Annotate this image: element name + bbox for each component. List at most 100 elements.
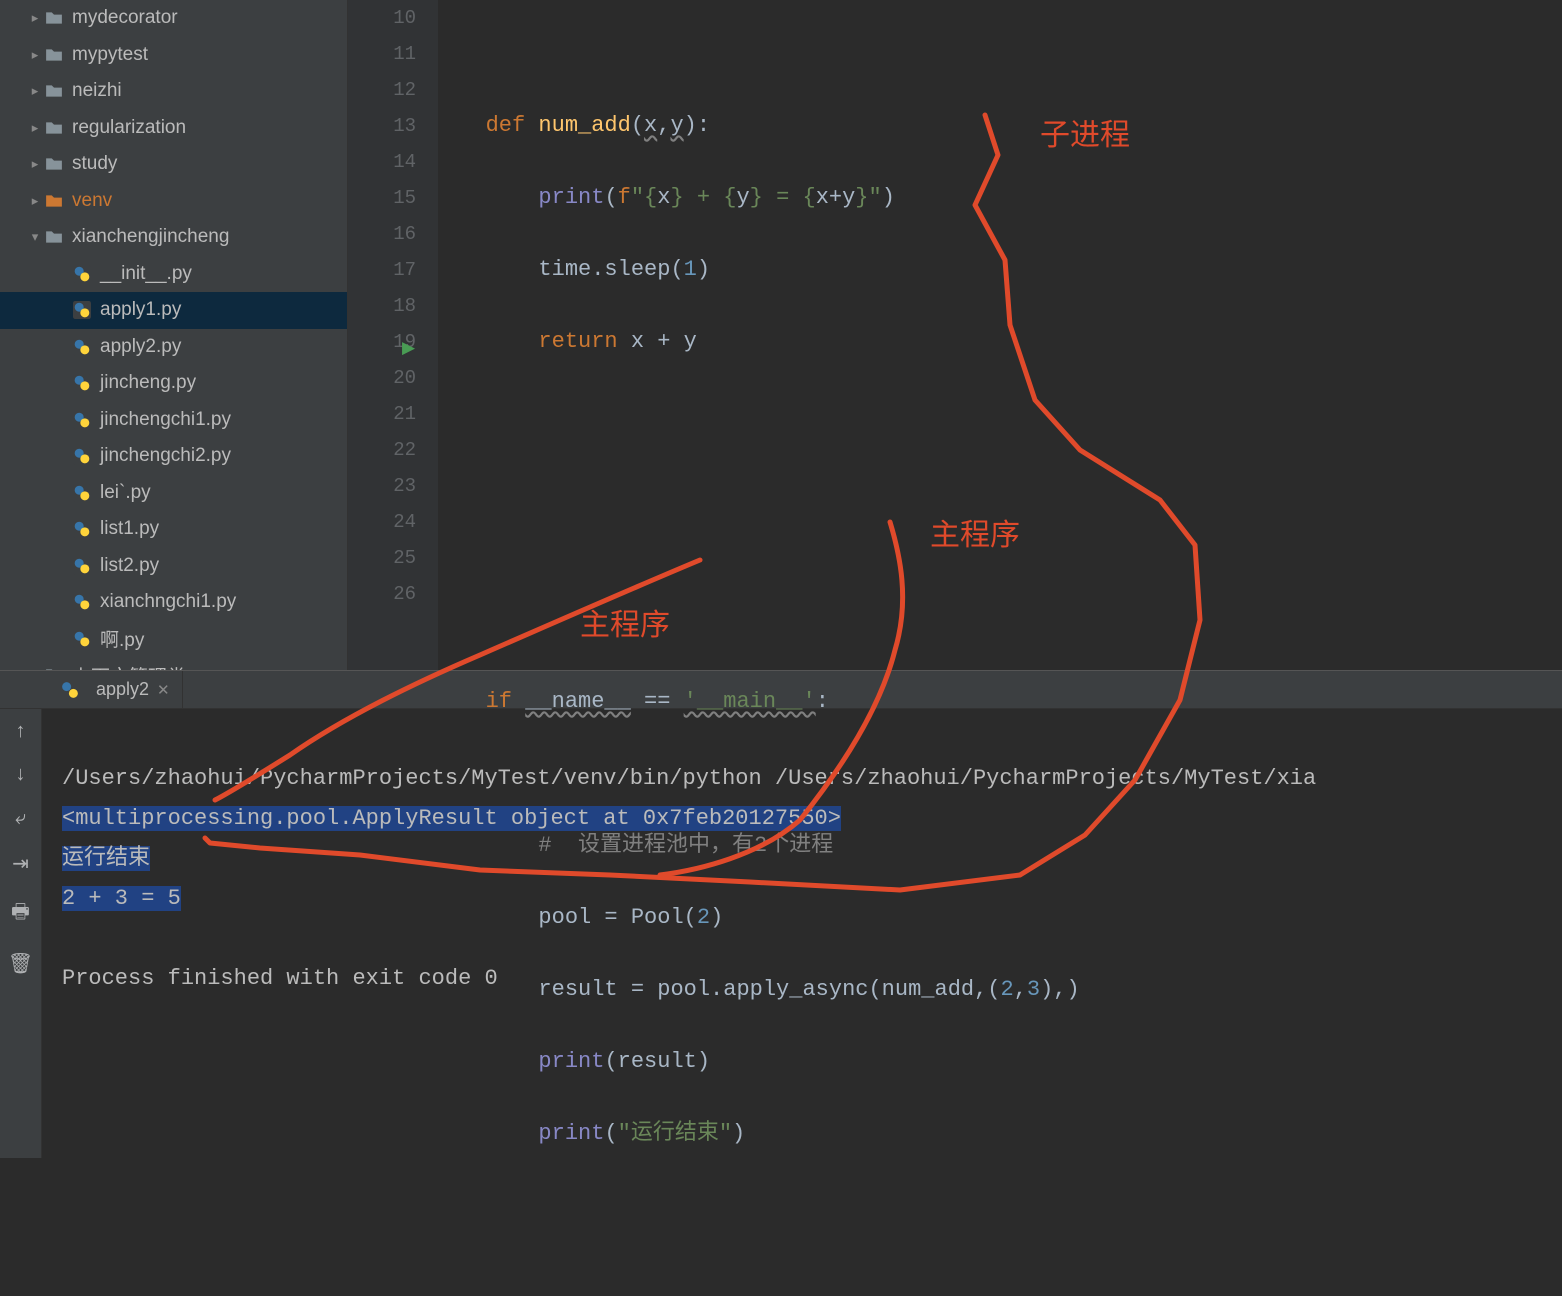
python-file-icon [72,592,92,612]
line-number: 10 [348,0,416,36]
tree-file-jinchengpy[interactable]: jincheng.py [0,365,347,402]
tree-file-xianchngchi1py[interactable]: xianchngchi1.py [0,584,347,621]
chevron-icon[interactable]: ▸ [28,83,42,99]
line-number: 11 [348,36,416,72]
tree-item-label: __init__.py [100,263,192,285]
run-tab-label: apply2 [96,679,149,700]
annotation-main-1: 主程序 [930,510,1020,554]
folder-icon [44,8,64,28]
python-file-icon [72,373,92,393]
tree-folder-regularization[interactable]: ▸ regularization [0,110,347,147]
folder-icon [44,81,64,101]
line-number: 14 [348,144,416,180]
line-number: 18 [348,288,416,324]
tree-item-label: 上下文管理类 [72,662,186,670]
console-exit: Process finished with exit code 0 [62,966,498,991]
tree-file-jinchengchi2py[interactable]: jinchengchi2.py [0,438,347,475]
python-file-icon [72,264,92,284]
tree-file-jinchengchi1py[interactable]: jinchengchi1.py [0,402,347,439]
chevron-icon[interactable]: ▸ [28,10,42,26]
chevron-icon[interactable]: ▾ [28,229,42,245]
tree-file-initpy[interactable]: __init__.py [0,256,347,293]
python-icon [60,680,80,700]
project-tree[interactable]: ▸ mydecorator ▸ mypytest ▸ neizhi ▸ regularizat… [0,0,348,670]
tree-item-label: list2.py [100,555,159,577]
code-editor[interactable]: 1011121314151617181920212223242526▶ def … [348,0,1562,670]
close-icon[interactable]: ✕ [157,681,170,699]
wrap-icon[interactable]: ⤶ [15,807,26,831]
tree-file-apply1py[interactable]: apply1.py [0,292,347,329]
python-file-icon [72,556,92,576]
ide-root: ▸ mydecorator ▸ mypytest ▸ neizhi ▸ regularizat… [0,0,1562,1158]
line-number: 13 [348,108,416,144]
tree-folder-venv[interactable]: ▸ venv [0,183,347,220]
tree-folder-xianchengjincheng[interactable]: ▾ xianchengjincheng [0,219,347,256]
line-number: 16 [348,216,416,252]
tree-item-label: jincheng.py [100,372,196,394]
tree-folder-mypytest[interactable]: ▸ mypytest [0,37,347,74]
tree-item-label: jinchengchi1.py [100,409,231,431]
line-number: 26 [348,576,416,612]
line-number: 17 [348,252,416,288]
tree-file-list2py[interactable]: list2.py [0,548,347,585]
python-file-icon [72,337,92,357]
line-number: 23 [348,468,416,504]
tree-folder-neizhi[interactable]: ▸ neizhi [0,73,347,110]
tree-item-label: study [72,153,117,175]
params: (x,y): [631,113,710,138]
trash-icon[interactable]: 🗑 [8,951,33,977]
console-line: 运行结束 [62,846,150,871]
tree-file-py[interactable]: 啊.py [0,621,347,658]
tree-file-leipy[interactable]: lei`.py [0,475,347,512]
tree-folder-mydecorator[interactable]: ▸ mydecorator [0,0,347,37]
tree-folder-[interactable]: ▾上下文管理类 [0,657,347,670]
tree-item-label: 啊.py [100,625,144,652]
upper-pane: ▸ mydecorator ▸ mypytest ▸ neizhi ▸ regularizat… [0,0,1562,670]
tree-item-label: lei`.py [100,482,151,504]
tree-item-label: xianchngchi1.py [100,591,236,613]
tree-item-label: xianchengjincheng [72,226,229,248]
python-file-icon [72,629,92,649]
python-file-icon [72,410,92,430]
tree-file-apply2py[interactable]: apply2.py [0,329,347,366]
folder-icon [44,227,64,247]
line-number: 24 [348,504,416,540]
tree-item-label: mydecorator [72,7,178,29]
python-file-icon [72,446,92,466]
annotation-main-2: 主程序 [580,600,670,644]
func-name: num_add [538,113,630,138]
folder-icon [44,191,64,211]
chevron-icon[interactable]: ▸ [28,156,42,172]
up-icon[interactable]: ↑ [14,721,26,744]
line-number: 21 [348,396,416,432]
chevron-icon[interactable]: ▸ [28,193,42,209]
chevron-icon[interactable]: ▸ [28,47,42,63]
tree-item-label: venv [72,190,112,212]
code-area[interactable]: def num_add(x,y): print(f"{x} + {y} = {x… [438,0,1562,670]
print-icon[interactable]: 🖶 [11,897,30,931]
tree-item-label: apply2.py [100,336,181,358]
tree-item-label: list1.py [100,518,159,540]
tree-file-list1py[interactable]: list1.py [0,511,347,548]
down-icon[interactable]: ↓ [14,764,26,787]
python-file-icon [72,519,92,539]
tree-item-label: neizhi [72,80,122,102]
line-number: 12 [348,72,416,108]
tree-item-label: mypytest [72,44,148,66]
tree-item-label: regularization [72,117,186,139]
line-number: 15 [348,180,416,216]
tree-item-label: apply1.py [100,299,181,321]
python-file-icon [72,483,92,503]
kw-def: def [486,113,539,138]
tree-folder-study[interactable]: ▸ study [0,146,347,183]
print-call: print [538,185,604,210]
scroll-icon[interactable]: ⇥ [12,851,29,877]
folder-icon [44,154,64,174]
line-number: 25 [348,540,416,576]
tree-item-label: jinchengchi2.py [100,445,231,467]
run-tab-apply2[interactable]: apply2 ✕ [48,671,183,708]
chevron-icon[interactable]: ▸ [28,120,42,136]
run-gutter-icon[interactable]: ▶ [402,332,415,368]
folder-icon [44,118,64,138]
run-toolbar: ↑ ↓ ⤶ ⇥ 🖶 🗑 [0,709,42,1158]
